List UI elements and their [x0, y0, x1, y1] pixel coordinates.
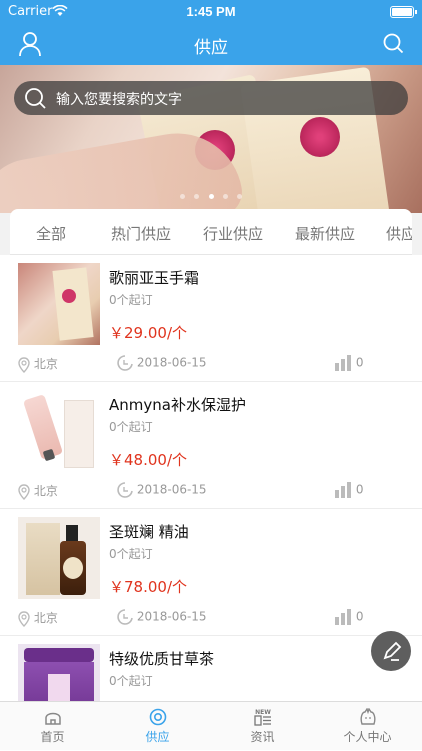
min-order-label: 0个起订 [109, 420, 153, 434]
clock-icon [117, 482, 133, 498]
tabbar-home[interactable]: 首页 [0, 702, 105, 751]
date-text: 2018-06-15 [136, 355, 207, 370]
tab-industry-supply[interactable]: 行业供应 [203, 223, 263, 244]
location-meta: 北京 [18, 355, 58, 373]
clock-icon [117, 609, 133, 625]
battery-icon [390, 6, 417, 18]
location-pin-icon [18, 356, 30, 373]
list-item[interactable]: 圣斑斓 精油 0个起订 ￥78.00/个 北京 2018-06-15 0 [0, 509, 422, 636]
profile-icon [360, 708, 375, 725]
views-meta: 0 [334, 355, 363, 371]
home-icon [44, 712, 61, 725]
pen-icon [383, 641, 402, 661]
product-price: ￥29.00/个 [109, 324, 187, 342]
news-icon: NEW [253, 709, 271, 726]
date-text: 2018-06-15 [136, 609, 207, 624]
tabbar-supply[interactable]: 供应 [105, 702, 210, 751]
tabbar-profile-label: 个人中心 [343, 730, 392, 744]
list-item[interactable]: 歌丽亚玉手霜 0个起订 ￥29.00/个 北京 2018-06-15 0 [0, 255, 422, 382]
page-title: 供应 [194, 38, 228, 58]
category-tabs: 全部 热门供应 行业供应 最新供应 供应 [10, 209, 412, 255]
bar-stats-icon [335, 355, 351, 371]
location-text: 北京 [33, 357, 58, 371]
clock-icon [117, 355, 133, 371]
location-pin-icon [18, 610, 30, 627]
carousel-dot[interactable] [180, 194, 186, 199]
tab-hot-supply[interactable]: 热门供应 [111, 223, 171, 244]
clock: 1:45 PM [186, 4, 236, 19]
tabbar-supply-label: 供应 [145, 730, 170, 744]
carousel-dot[interactable] [236, 194, 242, 199]
location-meta: 北京 [18, 482, 58, 500]
product-name: 圣斑斓 精油 [109, 523, 189, 541]
bottom-tab-bar: 首页 供应 NEW 资讯 个人中心 [0, 701, 422, 750]
location-text: 北京 [33, 484, 58, 498]
min-order-label: 0个起订 [109, 293, 153, 307]
product-price: ￥78.00/个 [109, 578, 187, 596]
tabbar-home-label: 首页 [40, 730, 65, 744]
search-bar[interactable]: 输入您要搜索的文字 [14, 81, 408, 115]
location-meta: 北京 [18, 609, 58, 627]
carousel-dot[interactable] [222, 194, 228, 199]
date-text: 2018-06-15 [136, 482, 207, 497]
min-order-label: 0个起订 [109, 674, 153, 688]
date-meta: 2018-06-15 [117, 609, 207, 625]
banner-carousel[interactable]: 输入您要搜索的文字 [0, 65, 422, 213]
status-bar: Carrier 1:45 PM [0, 0, 422, 24]
product-thumbnail [18, 517, 100, 599]
location-pin-icon [18, 483, 30, 500]
carousel-dot-active[interactable] [208, 194, 214, 199]
date-meta: 2018-06-15 [117, 482, 207, 498]
carousel-dot[interactable] [194, 194, 200, 199]
min-order-label: 0个起订 [109, 547, 153, 561]
compose-fab-button[interactable] [371, 631, 411, 671]
bar-stats-icon [335, 482, 351, 498]
product-thumbnail [18, 390, 100, 472]
product-name: 特级优质甘草茶 [109, 650, 215, 668]
location-text: 北京 [33, 611, 58, 625]
views-count: 0 [355, 609, 364, 624]
product-price: ￥48.00/个 [109, 451, 187, 469]
tab-supply[interactable]: 供应 [386, 223, 412, 244]
supply-icon [149, 708, 166, 726]
product-name: Anmyna补水保湿护 [109, 396, 246, 414]
views-count: 0 [355, 482, 364, 497]
bar-stats-icon [335, 609, 351, 625]
carousel-dots [0, 184, 422, 203]
svg-text:NEW: NEW [255, 709, 271, 716]
tabbar-news-label: 资讯 [250, 730, 275, 744]
navigation-bar: 供应 [0, 24, 422, 65]
tabbar-news[interactable]: NEW 资讯 [210, 702, 315, 751]
search-icon[interactable] [382, 32, 404, 54]
supply-list: 歌丽亚玉手霜 0个起订 ￥29.00/个 北京 2018-06-15 0 Anm… [0, 255, 422, 751]
list-item[interactable]: Anmyna补水保湿护 0个起订 ￥48.00/个 北京 2018-06-15 … [0, 382, 422, 509]
date-meta: 2018-06-15 [117, 355, 207, 371]
tab-latest-supply[interactable]: 最新供应 [295, 223, 355, 244]
tabbar-profile[interactable]: 个人中心 [315, 702, 420, 751]
views-meta: 0 [334, 482, 363, 498]
search-placeholder: 输入您要搜索的文字 [56, 92, 182, 108]
product-name: 歌丽亚玉手霜 [109, 269, 200, 287]
search-icon [25, 88, 46, 109]
tab-all[interactable]: 全部 [36, 223, 66, 244]
product-thumbnail [18, 263, 100, 345]
views-count: 0 [355, 355, 364, 370]
rose-graphic [300, 117, 340, 157]
views-meta: 0 [334, 609, 363, 625]
